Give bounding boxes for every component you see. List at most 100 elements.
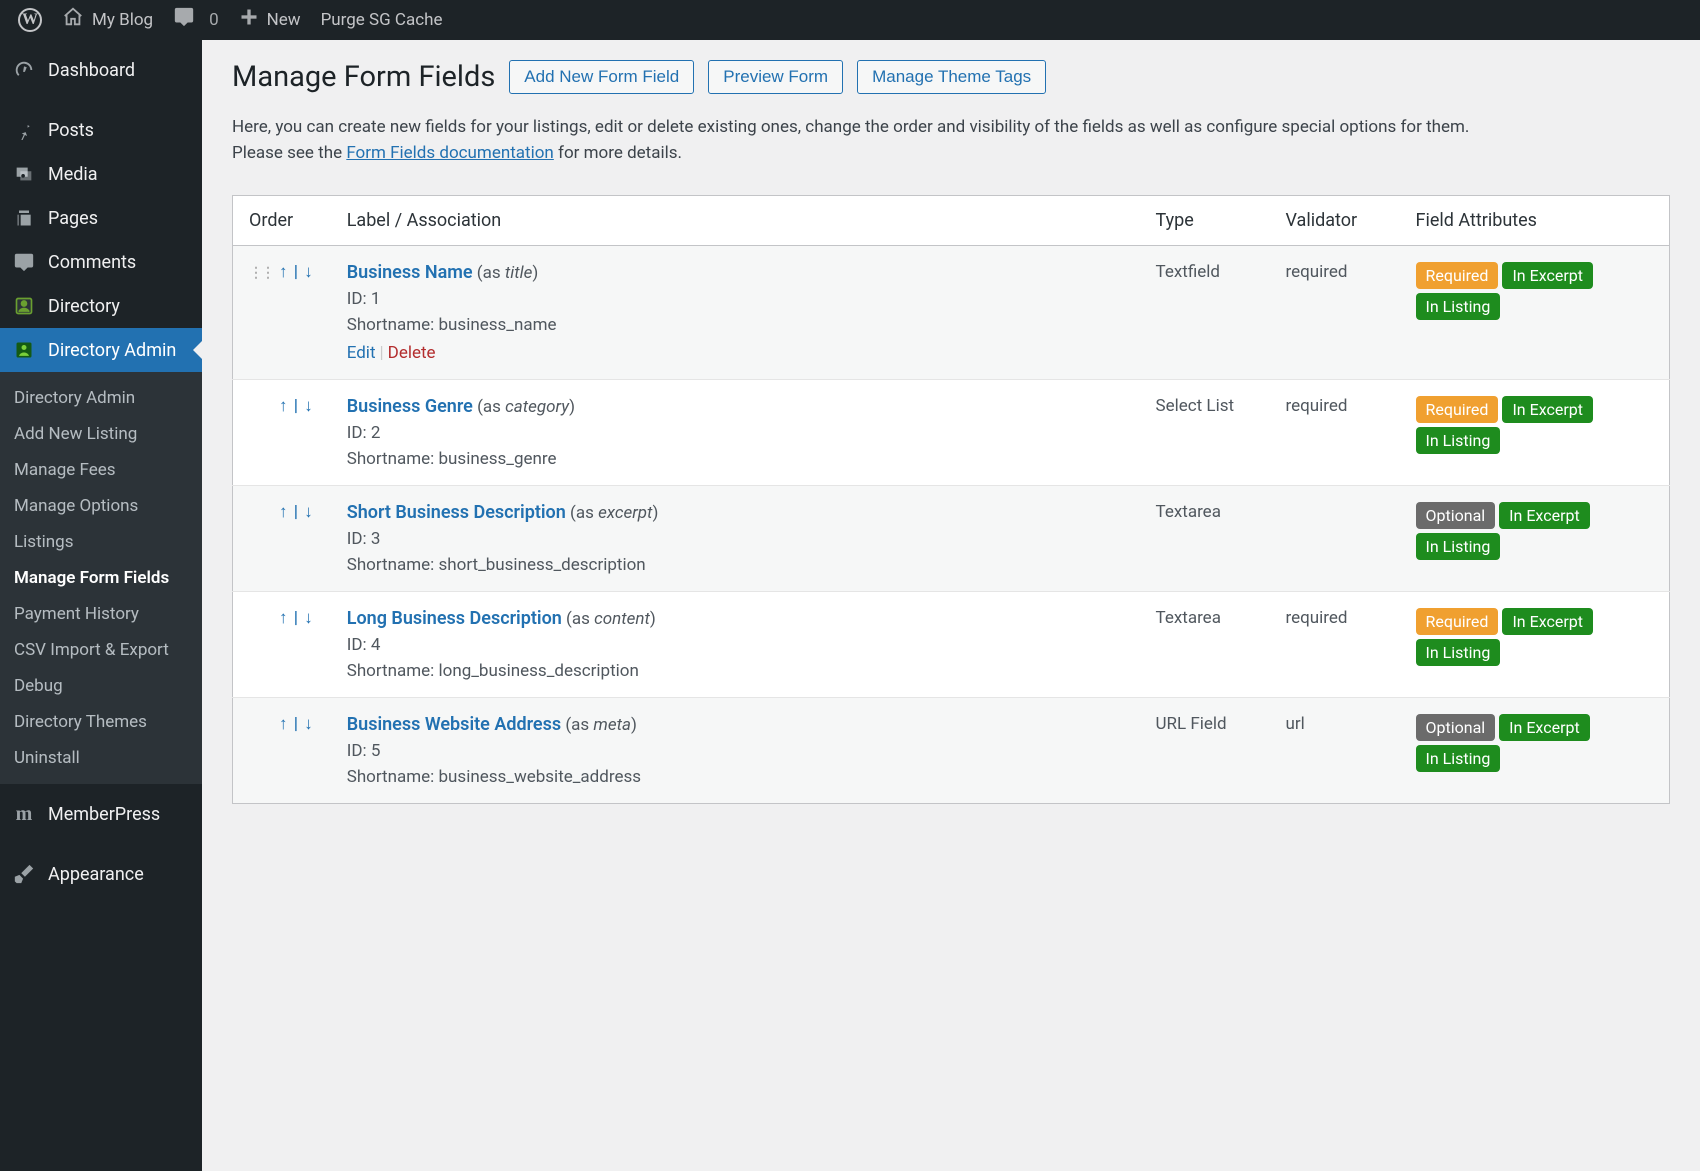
comments-link[interactable]: 0 bbox=[163, 0, 229, 40]
field-label-link[interactable]: Business Name bbox=[347, 262, 473, 283]
manage-theme-tags-button[interactable]: Manage Theme Tags bbox=[857, 60, 1046, 94]
submenu-item[interactable]: Payment History bbox=[0, 596, 202, 632]
submenu-item[interactable]: Manage Fees bbox=[0, 452, 202, 488]
page-header: Manage Form Fields Add New Form Field Pr… bbox=[232, 60, 1670, 94]
field-label-link[interactable]: Short Business Description bbox=[347, 502, 566, 523]
wordpress-logo-icon: W bbox=[18, 8, 42, 32]
field-attributes: OptionalIn ExcerptIn Listing bbox=[1400, 697, 1670, 803]
drag-handle-icon[interactable]: ⋮⋮ bbox=[249, 265, 273, 281]
submenu-item[interactable]: Uninstall bbox=[0, 740, 202, 776]
order-controls: ⋮⋮↑ | ↓ bbox=[249, 262, 315, 282]
order-controls: ↑ | ↓ bbox=[277, 502, 315, 522]
attribute-badge: In Excerpt bbox=[1502, 262, 1593, 289]
divider: | bbox=[290, 608, 303, 628]
preview-form-button[interactable]: Preview Form bbox=[708, 60, 843, 94]
field-validator: required bbox=[1270, 379, 1400, 485]
menu-appearance[interactable]: Appearance bbox=[0, 852, 202, 896]
edit-link[interactable]: Edit bbox=[347, 343, 376, 363]
move-down-icon[interactable]: ↓ bbox=[302, 502, 315, 522]
attribute-badge: In Listing bbox=[1416, 427, 1501, 454]
plus-icon bbox=[239, 7, 259, 33]
gauge-icon bbox=[12, 58, 36, 82]
move-up-icon[interactable]: ↑ bbox=[277, 608, 290, 628]
menu-directory[interactable]: Directory bbox=[0, 284, 202, 328]
table-row: ↑ | ↓Business Website Address (as meta)I… bbox=[233, 697, 1670, 803]
field-validator: required bbox=[1270, 245, 1400, 379]
media-icon bbox=[12, 162, 36, 186]
form-fields-table: Order Label / Association Type Validator… bbox=[232, 195, 1670, 804]
divider: | bbox=[290, 714, 303, 734]
col-type[interactable]: Type bbox=[1140, 195, 1270, 245]
delete-link[interactable]: Delete bbox=[388, 343, 436, 363]
table-row: ⋮⋮↑ | ↓Business Name (as title)ID: 1Shor… bbox=[233, 245, 1670, 379]
new-content-link[interactable]: New bbox=[229, 0, 311, 40]
field-id: ID: 3 bbox=[347, 529, 1124, 549]
submenu-item[interactable]: Add New Listing bbox=[0, 416, 202, 452]
col-attrs[interactable]: Field Attributes bbox=[1400, 195, 1670, 245]
site-link[interactable]: My Blog bbox=[52, 0, 163, 40]
field-id: ID: 5 bbox=[347, 741, 1124, 761]
divider: | bbox=[290, 502, 303, 522]
admin-bar: W My Blog 0 New Purge SG Cache bbox=[0, 0, 1700, 40]
menu-directory-admin[interactable]: Directory Admin bbox=[0, 328, 202, 372]
field-shortname: Shortname: business_genre bbox=[347, 449, 1124, 469]
submenu-item[interactable]: Directory Admin bbox=[0, 380, 202, 416]
move-down-icon[interactable]: ↓ bbox=[302, 714, 315, 734]
move-down-icon[interactable]: ↓ bbox=[302, 608, 315, 628]
field-label-link[interactable]: Long Business Description bbox=[347, 608, 562, 629]
table-row: ↑ | ↓ Short Business Description (as exce… bbox=[233, 485, 1670, 591]
col-order[interactable]: Order bbox=[233, 195, 331, 245]
field-type: Select List bbox=[1140, 379, 1270, 485]
field-association: (as content) bbox=[562, 609, 656, 629]
divider: | bbox=[290, 262, 303, 282]
menu-memberpress[interactable]: m MemberPress bbox=[0, 792, 202, 836]
wp-logo-menu[interactable]: W bbox=[8, 0, 52, 40]
site-title: My Blog bbox=[92, 10, 153, 30]
move-down-icon[interactable]: ↓ bbox=[302, 262, 315, 282]
field-association: (as excerpt) bbox=[566, 503, 659, 523]
submenu-item[interactable]: Debug bbox=[0, 668, 202, 704]
docs-link[interactable]: Form Fields documentation bbox=[346, 143, 554, 163]
field-id: ID: 2 bbox=[347, 423, 1124, 443]
home-icon bbox=[62, 6, 84, 34]
add-new-form-field-button[interactable]: Add New Form Field bbox=[509, 60, 694, 94]
field-label-link[interactable]: Business Genre bbox=[347, 396, 473, 417]
move-up-icon[interactable]: ↑ bbox=[277, 502, 290, 522]
table-row: ↑ | ↓Business Genre (as category)ID: 2Sh… bbox=[233, 379, 1670, 485]
new-label: New bbox=[267, 10, 301, 30]
move-up-icon[interactable]: ↑ bbox=[277, 396, 290, 416]
content-area: Manage Form Fields Add New Form Field Pr… bbox=[202, 40, 1700, 1171]
col-label[interactable]: Label / Association bbox=[331, 195, 1140, 245]
order-controls: ↑ | ↓ bbox=[277, 714, 315, 734]
comment-icon bbox=[173, 6, 195, 34]
comments-count: 0 bbox=[209, 10, 219, 30]
menu-comments[interactable]: Comments bbox=[0, 240, 202, 284]
page-title: Manage Form Fields bbox=[232, 60, 495, 94]
purge-cache-link[interactable]: Purge SG Cache bbox=[311, 0, 453, 40]
directory-admin-icon bbox=[12, 338, 36, 362]
directory-icon bbox=[12, 294, 36, 318]
submenu-item[interactable]: Directory Themes bbox=[0, 704, 202, 740]
pin-icon bbox=[12, 118, 36, 142]
page-icon bbox=[12, 206, 36, 230]
col-validator[interactable]: Validator bbox=[1270, 195, 1400, 245]
attribute-badge: Optional bbox=[1416, 502, 1496, 529]
menu-dashboard[interactable]: Dashboard bbox=[0, 48, 202, 92]
menu-posts[interactable]: Posts bbox=[0, 108, 202, 152]
divider: | bbox=[290, 396, 303, 416]
attribute-badge: In Listing bbox=[1416, 745, 1501, 772]
field-id: ID: 4 bbox=[347, 635, 1124, 655]
move-up-icon[interactable]: ↑ bbox=[277, 262, 290, 282]
menu-media[interactable]: Media bbox=[0, 152, 202, 196]
submenu-item[interactable]: CSV Import & Export bbox=[0, 632, 202, 668]
menu-pages[interactable]: Pages bbox=[0, 196, 202, 240]
field-shortname: Shortname: long_business_description bbox=[347, 661, 1124, 681]
submenu-item[interactable]: Listings bbox=[0, 524, 202, 560]
move-up-icon[interactable]: ↑ bbox=[277, 714, 290, 734]
field-validator bbox=[1270, 485, 1400, 591]
submenu-item[interactable]: Manage Options bbox=[0, 488, 202, 524]
field-label-link[interactable]: Business Website Address bbox=[347, 714, 561, 735]
submenu-item[interactable]: Manage Form Fields bbox=[0, 560, 202, 596]
admin-sidebar: Dashboard Posts Media Pages Comments bbox=[0, 40, 202, 1171]
move-down-icon[interactable]: ↓ bbox=[302, 396, 315, 416]
